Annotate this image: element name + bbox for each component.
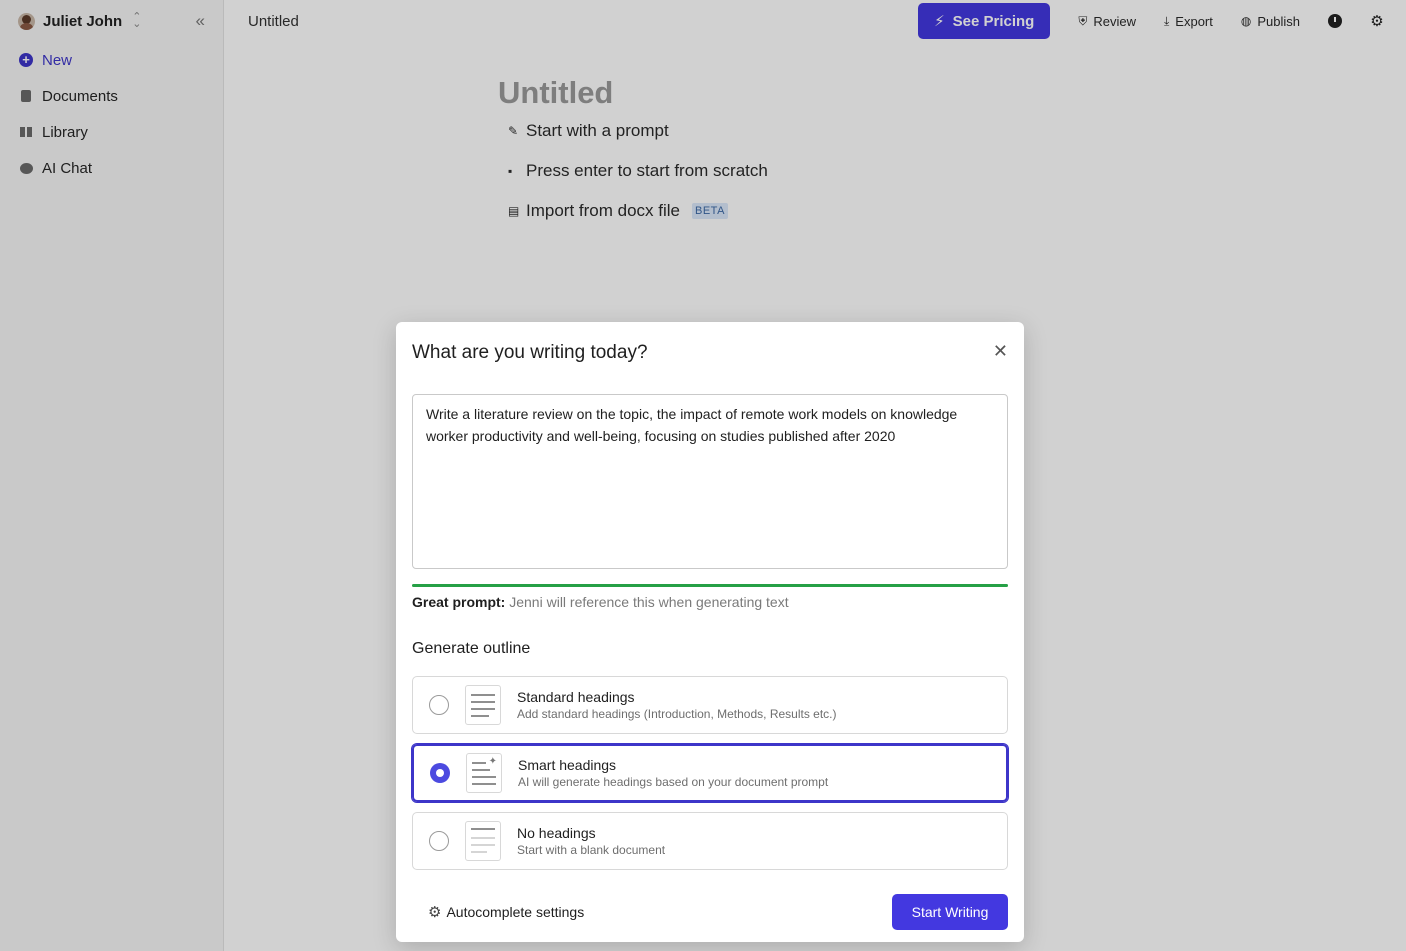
autocomplete-settings-button[interactable]: ⚙ Autocomplete settings (428, 903, 584, 921)
new-document-modal: What are you writing today? ✕ Write a li… (396, 322, 1024, 942)
prompt-quality-fill (412, 584, 1008, 587)
prompt-quality-label: Great prompt: (412, 594, 506, 610)
radio-standard[interactable] (429, 695, 449, 715)
start-writing-button[interactable]: Start Writing (892, 894, 1008, 930)
outline-option-standard[interactable]: Standard headings Add standard headings … (412, 676, 1008, 734)
option-title: Smart headings (518, 757, 617, 773)
no-headings-icon (465, 821, 501, 861)
prompt-quality-hint: Jenni will reference this when generatin… (509, 594, 789, 610)
option-subtitle: Add standard headings (Introduction, Met… (517, 707, 837, 721)
smart-headings-icon: ✦ (466, 753, 502, 793)
option-subtitle: Start with a blank document (517, 843, 666, 857)
prompt-input[interactable]: Write a literature review on the topic, … (412, 394, 1008, 569)
sparkle-icon: ✦ (488, 756, 497, 767)
option-subtitle: AI will generate headings based on your … (518, 775, 829, 789)
outline-option-none[interactable]: No headings Start with a blank document (412, 812, 1008, 870)
radio-none[interactable] (429, 831, 449, 851)
radio-smart[interactable] (430, 763, 450, 783)
autocomplete-label: Autocomplete settings (446, 904, 585, 920)
modal-title: What are you writing today? (412, 342, 648, 363)
standard-headings-icon (465, 685, 501, 725)
option-title: Standard headings (517, 689, 635, 705)
prompt-quality-bar (412, 584, 1008, 587)
gear-icon: ⚙ (428, 904, 442, 921)
option-title: No headings (517, 825, 596, 841)
prompt-quality-text: Great prompt: Jenni will reference this … (412, 594, 789, 610)
outline-section-label: Generate outline (412, 640, 531, 657)
close-icon[interactable]: ✕ (993, 342, 1008, 360)
outline-option-smart[interactable]: ✦ Smart headings AI will generate headin… (412, 744, 1008, 802)
